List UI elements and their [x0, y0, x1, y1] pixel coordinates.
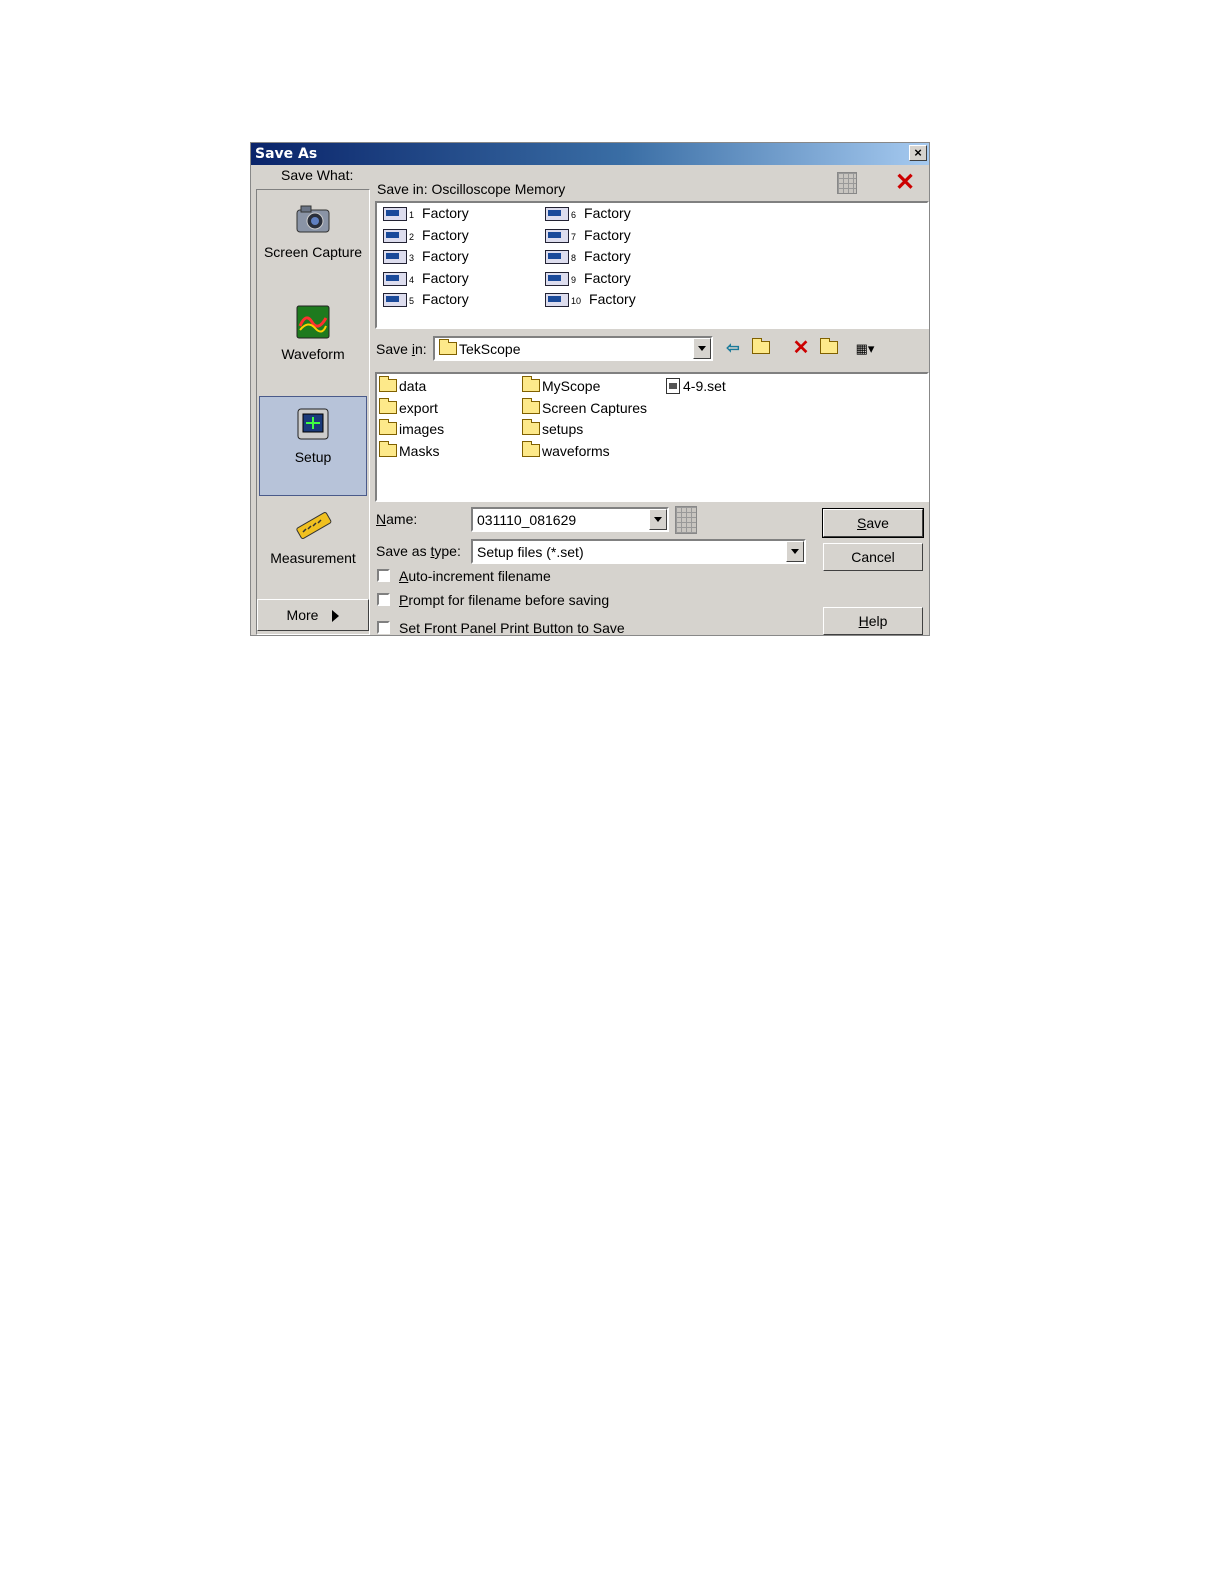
save-in-value: TekScope: [459, 341, 521, 357]
keypad-icon[interactable]: [675, 506, 697, 534]
folder-up-glyph: [752, 338, 770, 354]
save-as-type-value: Setup files (*.set): [477, 544, 584, 560]
back-icon[interactable]: ⇦: [723, 339, 743, 359]
cancel-button[interactable]: Cancel: [823, 543, 923, 571]
name-label: Name:: [376, 511, 418, 527]
folder-icon: [522, 441, 540, 457]
memory-item[interactable]: 8 Factory: [545, 248, 631, 268]
more-label: More: [286, 607, 319, 623]
memory-slot-icon: [383, 250, 407, 265]
folder-icon: [379, 398, 397, 414]
memory-item[interactable]: 4 Factory: [383, 270, 469, 290]
file-list-item[interactable]: Screen Captures: [522, 398, 647, 420]
file-list-item[interactable]: waveforms: [522, 441, 610, 463]
save-in-label: Save in:: [376, 341, 427, 357]
save-what-panel: Screen Capture Waveform Setup Measuremen…: [256, 189, 370, 635]
window-title: Save As: [255, 146, 318, 162]
memory-item[interactable]: 3 Factory: [383, 248, 469, 268]
save-as-type-dropdown[interactable]: Setup files (*.set): [471, 539, 806, 564]
category-label: Waveform: [281, 346, 345, 362]
category-label: Setup: [294, 449, 332, 465]
folder-icon: [379, 419, 397, 435]
auto-increment-checkbox[interactable]: [377, 569, 390, 582]
print-button-label: Set Front Panel Print Button to Save: [399, 620, 625, 636]
help-button[interactable]: Help: [823, 607, 923, 635]
chevron-down-icon[interactable]: [786, 541, 804, 562]
file-list-item[interactable]: data: [379, 376, 426, 398]
memory-slot-icon: [383, 272, 407, 287]
save-as-dialog: Save As × Save What: Screen Capture Wave…: [250, 142, 930, 636]
memory-slot-icon: [383, 293, 407, 308]
more-button[interactable]: More: [257, 599, 369, 631]
auto-increment-label: Auto-increment filename: [399, 568, 551, 584]
prompt-filename-checkbox[interactable]: [377, 593, 390, 606]
file-list: data export images Masks MyScope Screen …: [375, 372, 929, 502]
name-input[interactable]: 031110_081629: [471, 507, 669, 532]
name-value: 031110_081629: [477, 512, 577, 528]
memory-item[interactable]: 6 Factory: [545, 205, 631, 225]
folder-icon: [379, 376, 397, 392]
new-folder-icon[interactable]: [819, 338, 839, 359]
memory-slot-icon: [545, 293, 569, 308]
save-button[interactable]: Save: [822, 508, 924, 538]
close-button[interactable]: ×: [909, 145, 927, 161]
memory-slot-icon: [545, 207, 569, 222]
category-label: Screen Capture: [263, 244, 363, 260]
save-as-type-label: Save as type:: [376, 543, 461, 559]
category-setup[interactable]: Setup: [259, 396, 367, 496]
new-folder-glyph: [820, 338, 838, 354]
memory-item[interactable]: 9 Factory: [545, 270, 631, 290]
memory-item[interactable]: 7 Factory: [545, 227, 631, 247]
folder-icon: [522, 419, 540, 435]
setup-icon: [297, 408, 329, 440]
view-menu-icon[interactable]: ▦▾: [849, 339, 881, 359]
memory-item[interactable]: 5 Factory: [383, 291, 469, 311]
category-screen-capture[interactable]: Screen Capture: [259, 192, 367, 292]
folder-icon: [379, 441, 397, 457]
file-list-item[interactable]: setups: [522, 419, 583, 441]
category-label: Measurement: [270, 550, 356, 566]
memory-slot-icon: [383, 207, 407, 222]
prompt-filename-label: Prompt for filename before saving: [399, 592, 610, 608]
save-in-dropdown[interactable]: TekScope: [433, 336, 713, 361]
save-what-label: Save What:: [281, 167, 354, 183]
file-list-item[interactable]: MyScope: [522, 376, 600, 398]
memory-label: Save in: Oscilloscope Memory: [377, 181, 566, 197]
measurement-icon: [296, 512, 332, 539]
folder-icon: [439, 339, 457, 355]
memory-slot-icon: [545, 272, 569, 287]
memory-item[interactable]: 1 Factory: [383, 205, 469, 225]
print-button-checkbox[interactable]: [377, 621, 390, 634]
memory-slot-icon: [545, 229, 569, 244]
chevron-down-icon[interactable]: [649, 509, 667, 530]
camera-icon: [296, 205, 330, 233]
settings-file-icon: [666, 378, 680, 394]
file-list-item[interactable]: export: [379, 398, 438, 420]
memory-slot-icon: [383, 229, 407, 244]
chevron-down-icon[interactable]: [693, 338, 711, 359]
file-list-item[interactable]: Masks: [379, 441, 439, 463]
memory-item[interactable]: 2 Factory: [383, 227, 469, 247]
keypad-icon[interactable]: [837, 172, 857, 194]
folder-icon: [522, 376, 540, 392]
memory-list: 1 Factory 2 Factory 3 Factory 4 Factory 5 Fac…: [375, 201, 929, 329]
delete-memory-icon[interactable]: ✕: [895, 171, 915, 195]
arrow-right-icon: [332, 610, 340, 623]
up-folder-icon[interactable]: [751, 338, 771, 359]
title-bar: Save As ×: [251, 143, 929, 165]
folder-icon: [522, 398, 540, 414]
file-list-item[interactable]: 4-9.set: [666, 378, 726, 398]
delete-icon[interactable]: ✕: [791, 338, 811, 358]
category-measurement[interactable]: Measurement: [259, 498, 367, 598]
memory-slot-icon: [545, 250, 569, 265]
waveform-icon: [296, 305, 330, 339]
memory-item[interactable]: 10 Factory: [545, 291, 636, 311]
file-list-item[interactable]: images: [379, 419, 444, 441]
category-waveform[interactable]: Waveform: [259, 294, 367, 394]
